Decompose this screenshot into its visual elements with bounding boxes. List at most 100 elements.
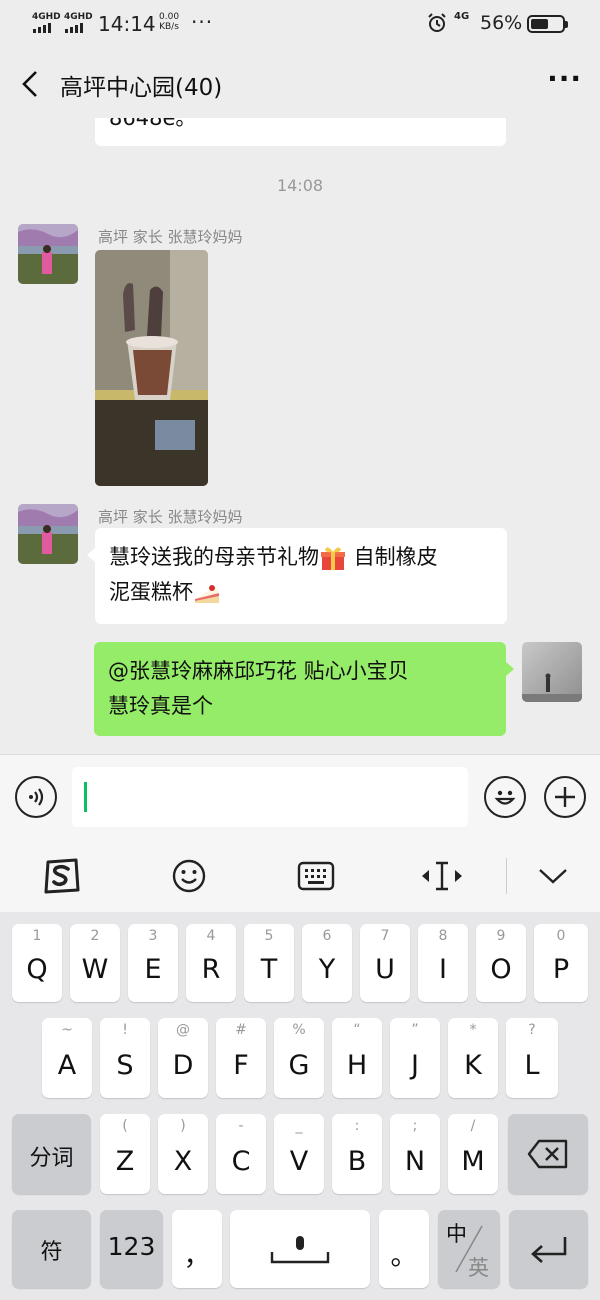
key-k[interactable]: * K	[448, 1018, 498, 1098]
key-label: 123	[107, 1232, 156, 1261]
cake-cup-photo	[95, 250, 208, 486]
period-key[interactable]: 。	[379, 1210, 429, 1288]
key-label: J	[411, 1050, 419, 1081]
text-cursor	[84, 782, 87, 812]
space-key[interactable]	[230, 1210, 370, 1288]
chevron-left-icon	[22, 71, 37, 97]
key-v[interactable]: _ V	[274, 1114, 324, 1194]
key-hint: 0	[556, 928, 566, 944]
key-label: F	[233, 1050, 249, 1081]
key-hint: (	[122, 1118, 128, 1134]
network-type: 4G	[454, 11, 470, 22]
key-b[interactable]: :B	[332, 1114, 382, 1194]
message-text: 慧玲真是个	[108, 694, 213, 718]
language-switch-key[interactable]: 中 英	[438, 1210, 500, 1288]
avatar[interactable]	[18, 504, 78, 564]
numbers-key[interactable]: 123	[100, 1210, 163, 1288]
partial-message-bubble[interactable]: 8648e。	[95, 118, 506, 146]
key-label: L	[524, 1050, 540, 1081]
sim2-signal: 4GHD	[64, 12, 93, 33]
key-hint: 8	[438, 928, 448, 944]
battery-fill	[531, 19, 548, 29]
key-t[interactable]: 5T	[244, 924, 294, 1002]
key-q[interactable]: 1Q	[12, 924, 62, 1002]
voice-input-button[interactable]	[15, 776, 57, 818]
clock: 14:14	[98, 12, 156, 36]
microphone-icon	[270, 1236, 330, 1264]
key-s[interactable]: ! S	[100, 1018, 150, 1098]
key-label: T	[260, 954, 278, 985]
key-m[interactable]: / M	[448, 1114, 498, 1194]
ime-cursor-button[interactable]	[420, 854, 464, 898]
message-bubble-outgoing[interactable]: @张慧玲麻麻邱巧花 贴心小宝贝 慧玲真是个	[94, 642, 514, 736]
message-input[interactable]	[72, 767, 468, 827]
key-i[interactable]: 8I	[418, 924, 468, 1002]
key-j[interactable]: ” J	[390, 1018, 440, 1098]
key-hint: -	[238, 1118, 244, 1134]
comma-key[interactable]: ，	[172, 1210, 222, 1288]
avatar-photo	[522, 642, 582, 702]
key-w[interactable]: 2W	[70, 924, 120, 1002]
key-hint: 1	[32, 928, 42, 944]
key-e[interactable]: 3E	[128, 924, 178, 1002]
key-hint: 6	[322, 928, 332, 944]
cake-emoji-icon	[195, 585, 219, 603]
avatar[interactable]	[18, 224, 78, 284]
ime-emoji-button[interactable]	[167, 854, 211, 898]
key-label: W	[81, 954, 109, 985]
image-message[interactable]	[95, 250, 208, 486]
ime-logo-button[interactable]	[40, 854, 84, 898]
ime-keyboard-button[interactable]	[294, 854, 338, 898]
key-label: C	[231, 1146, 251, 1177]
key-label: X	[173, 1146, 193, 1177]
sender-name: 高坪 家长 张慧玲妈妈	[98, 228, 243, 246]
toolbar-divider	[506, 858, 507, 894]
key-f[interactable]: # F	[216, 1018, 266, 1098]
key-o[interactable]: 9O	[476, 924, 526, 1002]
key-u[interactable]: 7U	[360, 924, 410, 1002]
message-line: 慧玲送我的母亲节礼物 自制橡皮	[109, 540, 493, 575]
message-text: 泥蛋糕杯	[109, 580, 193, 604]
more-functions-button[interactable]	[544, 776, 586, 818]
key-g[interactable]: % G	[274, 1018, 324, 1098]
key-z[interactable]: (Z	[100, 1114, 150, 1194]
ime-collapse-button[interactable]	[531, 854, 575, 898]
my-avatar[interactable]	[522, 642, 582, 702]
key-y[interactable]: 6Y	[302, 924, 352, 1002]
back-button[interactable]	[12, 66, 48, 102]
backspace-key[interactable]	[508, 1114, 588, 1194]
message-list[interactable]: 8648e。 14:08 高坪 家长 张慧玲妈妈 高坪 家长 张慧玲妈妈 慧玲送…	[0, 118, 600, 754]
symbols-key[interactable]: 符	[12, 1210, 91, 1288]
key-n[interactable]: ; N	[390, 1114, 440, 1194]
key-label: M	[461, 1146, 485, 1177]
more-options-button[interactable]: ···	[547, 62, 582, 95]
key-r[interactable]: 4R	[186, 924, 236, 1002]
message-bubble[interactable]: 慧玲送我的母亲节礼物 自制橡皮 泥蛋糕杯	[87, 528, 507, 624]
key-hint: ~	[61, 1022, 73, 1038]
key-label: H	[346, 1050, 368, 1081]
key-a[interactable]: ~ A	[42, 1018, 92, 1098]
chat-title: 高坪中心园(40)	[60, 75, 223, 101]
key-h[interactable]: “H	[332, 1018, 382, 1098]
key-l[interactable]: ? L	[506, 1018, 558, 1098]
key-x[interactable]: ) X	[158, 1114, 208, 1194]
emoji-button[interactable]	[484, 776, 526, 818]
key-d[interactable]: @ D	[158, 1018, 208, 1098]
key-hint: 7	[380, 928, 390, 944]
keyboard-icon	[297, 861, 335, 891]
enter-key[interactable]	[509, 1210, 588, 1288]
plus-icon	[555, 787, 575, 807]
input-bar	[0, 754, 600, 840]
chat-header: 高坪中心园(40) ···	[0, 48, 600, 118]
key-label: U	[375, 954, 395, 985]
message-text: 慧玲送我的母亲节礼物	[109, 545, 319, 569]
collapse-chevron-icon	[539, 869, 567, 884]
sim1-signal: 4GHD	[32, 12, 61, 33]
key-hint: 4	[206, 928, 216, 944]
key-c[interactable]: -C	[216, 1114, 266, 1194]
network-speed: 0.00 KB/s	[159, 12, 179, 32]
key-p[interactable]: 0P	[534, 924, 588, 1002]
alarm-icon	[428, 13, 446, 32]
key-hint: 3	[148, 928, 158, 944]
segment-key[interactable]: 分词	[12, 1114, 91, 1194]
